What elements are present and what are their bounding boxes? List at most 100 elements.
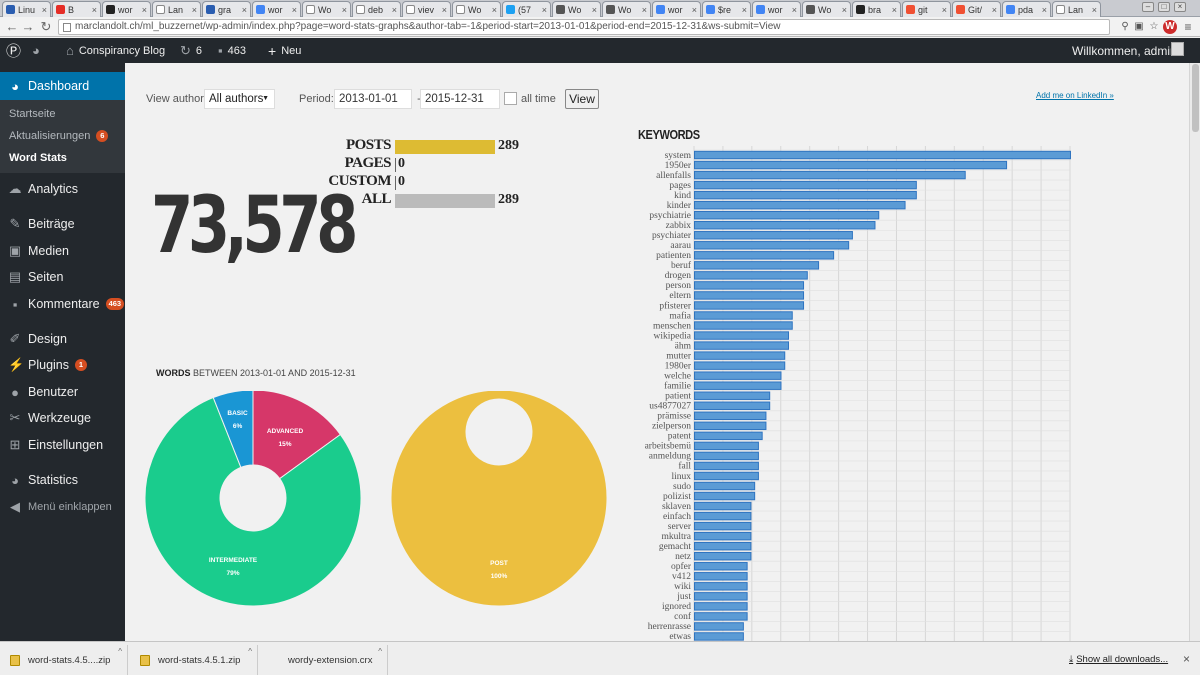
account-link[interactable]: Willkommen, admin xyxy=(1072,38,1177,63)
submenu-item[interactable]: Word Stats xyxy=(9,152,67,164)
close-tab-icon[interactable]: × xyxy=(42,5,47,15)
browser-tab[interactable]: bra × xyxy=(852,1,901,17)
close-tab-icon[interactable]: × xyxy=(92,5,97,15)
menu-item[interactable]: ▣ Medien xyxy=(0,238,125,264)
close-tab-icon[interactable]: × xyxy=(392,5,397,15)
close-tab-icon[interactable]: × xyxy=(942,5,947,15)
close-tab-icon[interactable]: × xyxy=(892,5,897,15)
close-tab-icon[interactable]: × xyxy=(592,5,597,15)
close-window-icon[interactable]: × xyxy=(1174,2,1186,12)
google-icon xyxy=(706,5,715,14)
bookmark-star-icon[interactable]: ☆ xyxy=(1147,20,1161,34)
close-tab-icon[interactable]: × xyxy=(242,5,247,15)
close-tab-icon[interactable]: × xyxy=(492,5,497,15)
browser-tab[interactable]: Wo × xyxy=(602,1,651,17)
browser-tab[interactable]: $re × xyxy=(702,1,751,17)
menu-item[interactable]: ☁ Analytics xyxy=(0,176,125,202)
submenu-item[interactable]: Aktualisierungen 6 xyxy=(9,130,109,142)
browser-tab[interactable]: B × xyxy=(52,1,101,17)
close-tab-icon[interactable]: × xyxy=(692,5,697,15)
linkedin-link[interactable]: Add me on LinkedIn » xyxy=(1036,91,1114,100)
minimize-icon[interactable]: – xyxy=(1142,2,1154,12)
browser-tab[interactable]: Lan × xyxy=(152,1,201,17)
close-tab-icon[interactable]: × xyxy=(792,5,797,15)
avatar[interactable] xyxy=(1171,42,1184,56)
browser-tab[interactable]: deb × xyxy=(352,1,401,17)
wordpress-logo-icon[interactable]: Ⓟ xyxy=(6,38,21,63)
menu-item[interactable]: ▪ Kommentare 463 xyxy=(0,291,125,317)
browser-tab[interactable]: wor × xyxy=(752,1,801,17)
browser-tab[interactable]: git × xyxy=(902,1,951,17)
updates-link[interactable]: ↻ 6 xyxy=(180,38,202,63)
close-tab-icon[interactable]: × xyxy=(992,5,997,15)
view-button[interactable]: View xyxy=(565,89,599,109)
browser-tab[interactable]: wor × xyxy=(652,1,701,17)
author-select[interactable]: All authors ▼ xyxy=(204,89,275,109)
browser-tab[interactable]: Wo × xyxy=(302,1,351,17)
site-name-link[interactable]: ⌂ Conspirancy Blog xyxy=(66,38,165,63)
download-menu-arrow-icon[interactable]: ^ xyxy=(118,647,122,656)
download-item[interactable]: wordy-extension.crx ^ xyxy=(264,645,388,675)
close-tab-icon[interactable]: × xyxy=(542,5,547,15)
words-heading: WORDS BETWEEN 2013-01-01 AND 2015-12-31 xyxy=(156,368,356,378)
browser-tab[interactable]: Linu × xyxy=(2,1,51,17)
url-field[interactable]: marclandolt.ch/ml_buzzernet/wp-admin/ind… xyxy=(58,19,1110,35)
scrollbar[interactable] xyxy=(1189,63,1200,641)
download-menu-arrow-icon[interactable]: ^ xyxy=(378,647,382,656)
close-tab-icon[interactable]: × xyxy=(442,5,447,15)
show-all-downloads-link[interactable]: ⤓ Show all downloads... xyxy=(1069,654,1168,665)
close-tab-icon[interactable]: × xyxy=(142,5,147,15)
browser-tab[interactable]: Wo × xyxy=(552,1,601,17)
all-time-checkbox[interactable] xyxy=(504,92,517,105)
download-item[interactable]: word-stats.4.5....zip ^ xyxy=(4,645,128,675)
browser-tab[interactable]: viev × xyxy=(402,1,451,17)
back-icon[interactable]: ← xyxy=(4,19,20,35)
close-tab-icon[interactable]: × xyxy=(292,5,297,15)
menu-item[interactable]: ✂ Werkzeuge xyxy=(0,405,125,431)
period-start-field[interactable]: 2013-01-01 xyxy=(334,89,412,109)
download-menu-arrow-icon[interactable]: ^ xyxy=(248,647,252,656)
submenu-item[interactable]: Startseite xyxy=(9,108,55,120)
download-item[interactable]: word-stats.4.5.1.zip ^ xyxy=(134,645,258,675)
menu-item[interactable]: ● Benutzer xyxy=(0,379,125,405)
menu-item[interactable]: ◀ Menü einklappen xyxy=(0,494,125,520)
browser-tab[interactable]: pda × xyxy=(1002,1,1051,17)
browser-tab[interactable]: (57 × xyxy=(502,1,551,17)
maximize-icon[interactable]: □ xyxy=(1158,2,1170,12)
new-content-link[interactable]: + Neu xyxy=(268,38,301,63)
comments-link[interactable]: ▪ 463 xyxy=(218,38,246,63)
menu-item[interactable]: ✐ Design xyxy=(0,326,125,352)
close-tab-icon[interactable]: × xyxy=(192,5,197,15)
browser-tab[interactable]: Git/ × xyxy=(952,1,1001,17)
menu-item[interactable]: ◕ Statistics xyxy=(0,467,125,493)
close-tab-icon[interactable]: × xyxy=(1042,5,1047,15)
scrollbar-thumb[interactable] xyxy=(1192,64,1199,132)
keyword-label: sklaven xyxy=(662,502,691,512)
browser-tab[interactable]: wor × xyxy=(252,1,301,17)
close-tab-icon[interactable]: × xyxy=(842,5,847,15)
browser-tab[interactable]: Wo × xyxy=(802,1,851,17)
browser-tab[interactable]: Wo × xyxy=(452,1,501,17)
period-end-field[interactable]: 2015-12-31 xyxy=(420,89,500,109)
close-tab-icon[interactable]: × xyxy=(1092,5,1097,15)
dashboard-gauge-icon[interactable]: ◕ xyxy=(32,38,40,63)
menu-item[interactable]: ✎ Beiträge xyxy=(0,211,125,237)
forward-icon[interactable]: → xyxy=(20,19,36,35)
close-tab-icon[interactable]: × xyxy=(342,5,347,15)
menu-item[interactable]: ⊞ Einstellungen xyxy=(0,432,125,458)
wordy-extension-icon[interactable]: W xyxy=(1163,20,1177,34)
close-tab-icon[interactable]: × xyxy=(642,5,647,15)
close-tab-icon[interactable]: × xyxy=(742,5,747,15)
slice-percent-label: 6% xyxy=(233,423,243,430)
menu-item[interactable]: ⚡ Plugins 1 xyxy=(0,352,125,378)
menu-dashboard[interactable]: ◕ Dashboard xyxy=(0,72,125,100)
menu-item[interactable]: ▤ Seiten xyxy=(0,264,125,290)
browser-tab[interactable]: gra × xyxy=(202,1,251,17)
close-shelf-icon[interactable]: × xyxy=(1183,652,1190,666)
extension-icon[interactable]: ▣ xyxy=(1132,20,1146,34)
reload-icon[interactable]: ↻ xyxy=(38,19,54,35)
browser-tab[interactable]: wor × xyxy=(102,1,151,17)
zoom-icon[interactable]: ⚲ xyxy=(1118,20,1132,34)
browser-tab[interactable]: Lan × xyxy=(1052,1,1101,17)
menu-icon[interactable]: ≡ xyxy=(1181,20,1195,34)
